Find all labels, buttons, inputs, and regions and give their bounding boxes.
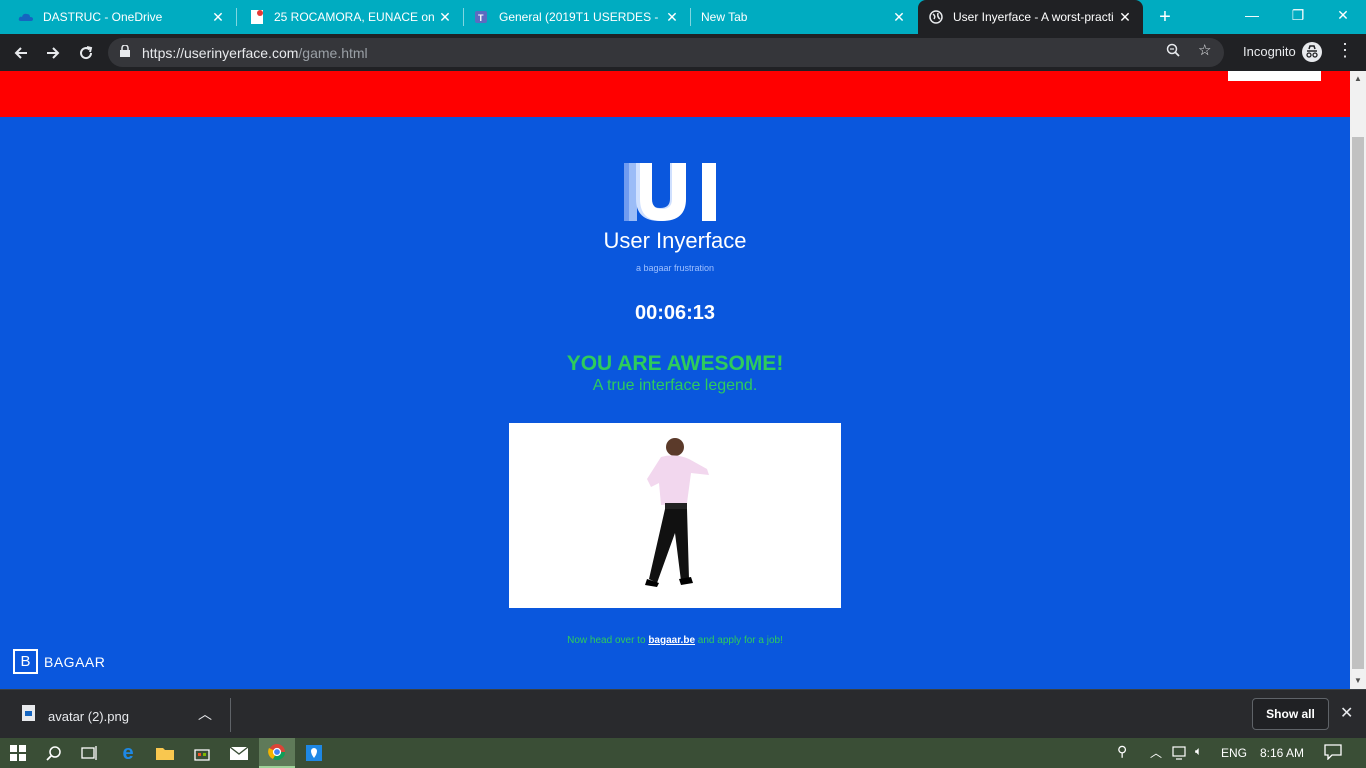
bagaar-logo[interactable]: B BAGAAR <box>13 649 105 674</box>
browser-toolbar: https://userinyerface.com/game.html ☆ In… <box>0 34 1366 71</box>
store-icon[interactable] <box>184 738 220 768</box>
download-filename[interactable]: avatar (2).png <box>48 709 129 724</box>
tab-title: DASTRUC - OneDrive <box>43 10 163 24</box>
chevron-up-tray-icon[interactable]: ︿ <box>1150 744 1162 761</box>
tab-title: 25 ROCAMORA, EUNACE on 2 <box>274 10 435 24</box>
forward-button[interactable] <box>40 40 66 66</box>
timer: 00:06:13 <box>634 302 716 324</box>
red-banner <box>0 71 1350 117</box>
language-indicator[interactable]: ENG <box>1221 746 1247 760</box>
network-icon[interactable] <box>1172 746 1188 763</box>
back-button[interactable] <box>8 40 34 66</box>
bagaar-link[interactable]: bagaar.be <box>648 635 695 646</box>
close-tab-icon[interactable]: ✕ <box>889 9 909 26</box>
volume-icon[interactable]: 🔈︎ <box>1195 744 1202 759</box>
tagline: a bagaar frustration <box>635 263 715 273</box>
people-icon[interactable]: ⚲ <box>1117 743 1127 760</box>
incognito-label: Incognito <box>1243 44 1296 59</box>
chevron-up-icon[interactable]: ︿ <box>198 704 212 724</box>
clock[interactable]: 8:16 AM <box>1260 746 1304 760</box>
onedrive-icon <box>18 9 34 25</box>
download-bar: avatar (2).png ︿ Show all ✕ <box>0 689 1366 738</box>
tab-rocamora[interactable]: 25 ROCAMORA, EUNACE on 2 ✕ <box>237 0 463 34</box>
brand-name: User Inyerface <box>603 228 747 253</box>
tab-title: New Tab <box>701 10 748 24</box>
zoom-icon[interactable] <box>1166 43 1180 61</box>
close-tab-icon[interactable]: ✕ <box>435 9 455 26</box>
restore-button[interactable]: ❐ <box>1275 0 1321 34</box>
tab-new-tab[interactable]: New Tab ✕ <box>691 0 917 34</box>
notifications-icon[interactable] <box>1324 744 1342 763</box>
mail-icon[interactable] <box>221 738 257 768</box>
bagaar-logo-word: BAGAAR <box>44 653 106 670</box>
lock-icon <box>120 45 130 57</box>
tab-title: User Inyerface - A worst-practi <box>953 10 1114 24</box>
search-icon[interactable] <box>36 738 72 768</box>
edge-icon[interactable]: e <box>110 738 146 768</box>
banner-button[interactable] <box>1228 71 1321 81</box>
windows-start-icon[interactable] <box>0 738 36 768</box>
tab-onedrive[interactable]: DASTRUC - OneDrive ✕ <box>0 0 236 34</box>
close-window-button[interactable]: ✕ <box>1320 0 1366 34</box>
bookmark-star-icon[interactable]: ☆ <box>1198 41 1211 59</box>
incognito-icon[interactable] <box>1302 42 1322 62</box>
address-bar[interactable]: https://userinyerface.com/game.html ☆ <box>108 38 1224 67</box>
maps-icon[interactable] <box>296 738 332 768</box>
show-all-button[interactable]: Show all <box>1252 698 1329 730</box>
page-icon <box>249 9 265 25</box>
chrome-icon[interactable] <box>259 738 295 768</box>
file-icon <box>22 705 35 721</box>
globe-icon <box>928 9 944 25</box>
close-download-bar-icon[interactable]: ✕ <box>1340 703 1353 723</box>
file-explorer-icon[interactable] <box>147 738 183 768</box>
tab-title: General (2019T1 USERDES - M <box>499 10 662 24</box>
svg-text:T: T <box>478 13 484 23</box>
new-tab-button[interactable]: + <box>1154 6 1176 28</box>
tab-strip: DASTRUC - OneDrive ✕ 25 ROCAMORA, EUNACE… <box>0 0 1366 34</box>
close-tab-icon[interactable]: ✕ <box>208 9 228 26</box>
scroll-down-arrow-icon[interactable]: ▼ <box>1350 673 1366 689</box>
minimize-button[interactable]: — <box>1229 0 1275 34</box>
page-viewport: User Inyerface a bagaar frustration 00:0… <box>0 71 1366 689</box>
success-subheadline: A true interface legend. <box>592 377 758 394</box>
download-separator <box>230 698 231 732</box>
scroll-up-arrow-icon[interactable]: ▲ <box>1350 71 1366 87</box>
close-tab-icon[interactable]: ✕ <box>1115 9 1135 26</box>
close-tab-icon[interactable]: ✕ <box>662 9 682 26</box>
success-headline: YOU ARE AWESOME! <box>566 352 784 375</box>
tab-teams[interactable]: T General (2019T1 USERDES - M ✕ <box>464 0 690 34</box>
dancing-man-image <box>509 423 841 608</box>
task-view-icon[interactable] <box>72 738 108 768</box>
bagaar-logo-mark: B <box>13 649 38 674</box>
menu-icon[interactable]: ⋮ <box>1336 40 1354 61</box>
url-text: https://userinyerface.com/game.html <box>142 45 368 61</box>
tab-user-inyerface[interactable]: User Inyerface - A worst-practi ✕ <box>918 0 1143 34</box>
ui-logo <box>624 163 716 221</box>
teams-icon: T <box>474 9 490 25</box>
footer-note: Now head over to bagaar.be and apply for… <box>567 635 783 646</box>
windows-taskbar: e ⚲ ︿ 🔈︎ ENG 8:16 AM <box>0 738 1366 768</box>
reload-button[interactable] <box>73 40 99 66</box>
scrollbar-thumb[interactable] <box>1352 137 1364 669</box>
